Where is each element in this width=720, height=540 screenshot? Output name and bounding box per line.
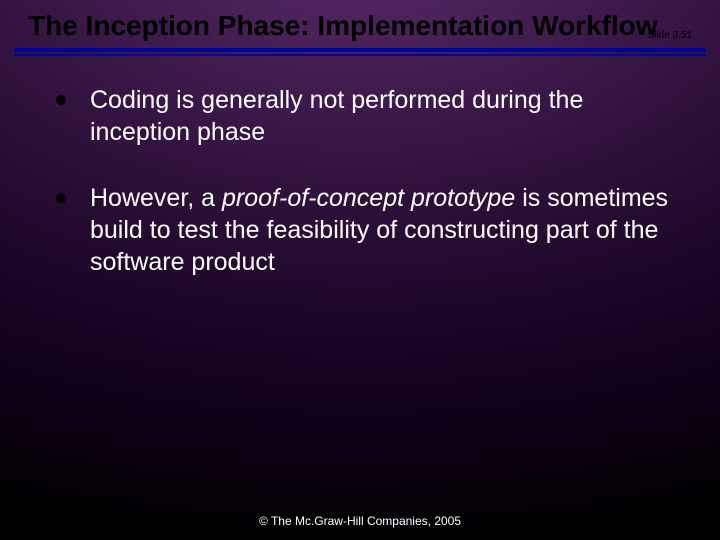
- content-area: Coding is generally not performed during…: [0, 56, 720, 278]
- bullet-icon: [56, 95, 66, 105]
- bullet-icon: [56, 193, 66, 203]
- list-item: Coding is generally not performed during…: [56, 84, 680, 148]
- title-underline: [14, 48, 706, 56]
- list-item: However, a proof-of-concept prototype is…: [56, 182, 680, 278]
- bullet-text-pre: However, a: [90, 184, 222, 212]
- bullet-text: Coding is generally not performed during…: [90, 84, 680, 148]
- slide-number: Slide 3.51: [648, 30, 692, 41]
- footer-copyright: © The Mc.Graw-Hill Companies, 2005: [0, 514, 720, 528]
- slide-title: The Inception Phase: Implementation Work…: [28, 10, 692, 42]
- bullet-text: However, a proof-of-concept prototype is…: [90, 182, 680, 278]
- bullet-text-em: proof-of-concept prototype: [222, 184, 515, 212]
- title-area: The Inception Phase: Implementation Work…: [0, 0, 720, 42]
